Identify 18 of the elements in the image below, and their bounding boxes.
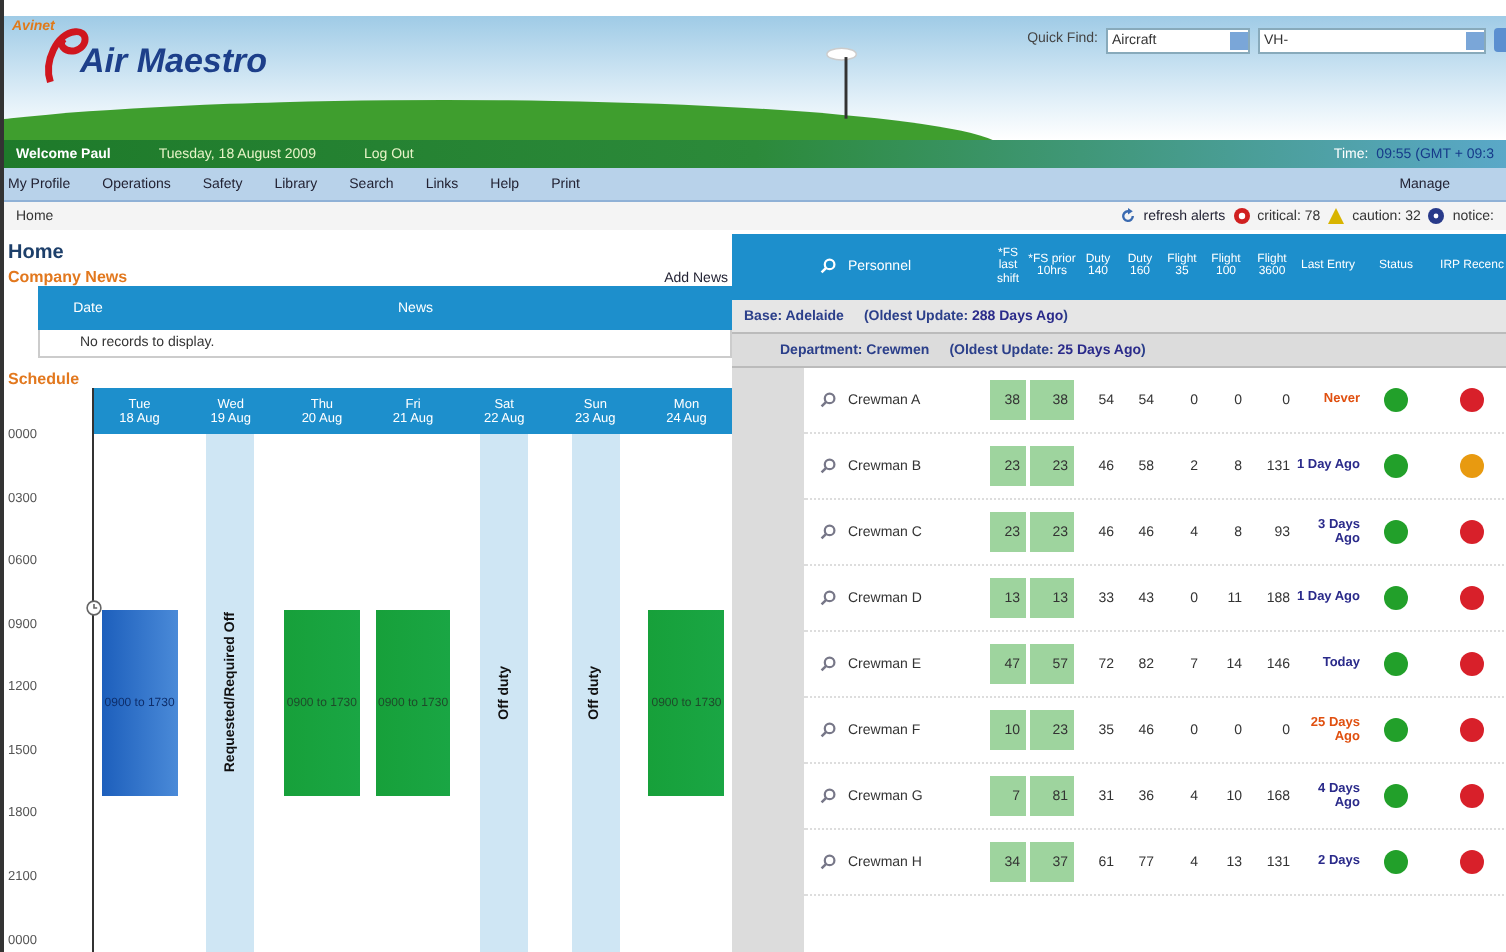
magnifier-icon[interactable] [820, 458, 836, 474]
section-title: Company News [8, 268, 128, 286]
magnifier-icon[interactable] [820, 590, 836, 606]
app-logo-name: Air Maestro [80, 42, 268, 82]
search-icon [820, 258, 836, 275]
magnifier-icon[interactable] [820, 392, 836, 408]
warning-icon [1328, 208, 1345, 224]
page-title: Home [8, 240, 66, 268]
section-title: Schedule [8, 370, 82, 388]
magnifier-icon[interactable] [820, 854, 836, 870]
magnifier-icon[interactable] [820, 524, 836, 540]
refresh-icon[interactable] [1119, 208, 1136, 224]
critical-alert-icon [1233, 208, 1250, 224]
magnifier-icon[interactable] [820, 656, 836, 672]
magnifier-icon[interactable] [820, 788, 836, 804]
clock-icon [86, 599, 102, 616]
magnifier-icon[interactable] [820, 722, 836, 738]
notice-icon [1428, 208, 1445, 224]
